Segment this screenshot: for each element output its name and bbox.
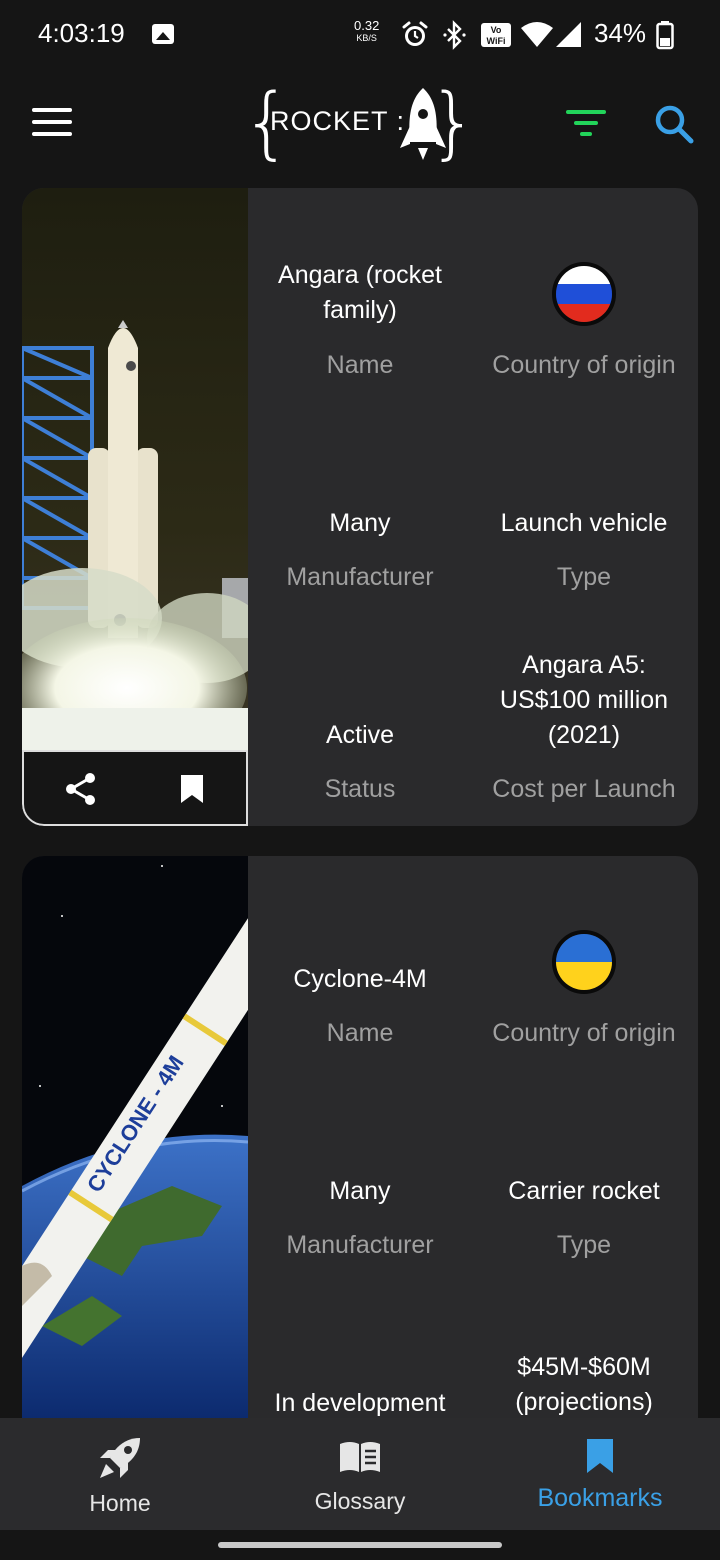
app-bar: { ROCKET : } [0, 70, 720, 180]
bookmark-icon [587, 1439, 613, 1473]
rocket-icon [100, 1438, 140, 1478]
gesture-bar [0, 1530, 720, 1560]
rocket-image-cyclone: CYCLONE - 4M [22, 856, 248, 1420]
name-label: Name [326, 1019, 394, 1047]
bluetooth-icon [443, 20, 466, 50]
cost-label: Cost per Launch [492, 775, 676, 803]
rocket-image-angara [22, 188, 248, 750]
rocket-card-cyclone[interactable]: CYCLONE - 4M Cyclone-4M Name Country of … [22, 856, 698, 1456]
cost-value: $45M-$60M (projections) [515, 1353, 653, 1416]
country-field: Country of origin [472, 348, 696, 383]
status-label: Status [324, 775, 396, 803]
name-label: Name [326, 351, 394, 379]
network-speed-value: 0.32 [354, 18, 380, 33]
nav-glossary-label: Glossary [314, 1488, 406, 1514]
manufacturer-label: Manufacturer [286, 563, 434, 591]
status-field: Active Status [248, 718, 472, 807]
status-field: In development [248, 1386, 472, 1421]
country-label: Country of origin [492, 351, 676, 379]
logo-text: ROCKET : [270, 106, 406, 136]
nav-glossary[interactable]: Glossary [240, 1418, 480, 1530]
home-gesture-pill[interactable] [218, 1542, 502, 1548]
wifi-icon [521, 22, 553, 47]
type-label: Type [556, 563, 612, 591]
menu-icon[interactable] [32, 108, 72, 138]
gallery-notification-icon [152, 24, 174, 44]
manufacturer-field: Many Manufacturer [248, 1174, 472, 1263]
cost-field: Angara A5: US$100 million (2021) Cost pe… [472, 648, 696, 807]
type-label: Type [556, 1231, 612, 1259]
cost-value: Angara A5: US$100 million (2021) [499, 651, 669, 749]
flag-russia-icon [552, 262, 616, 326]
manufacturer-value: Many [329, 509, 391, 537]
share-icon[interactable] [64, 772, 98, 806]
network-speed: 0.32 KB/S [354, 18, 380, 44]
manufacturer-value: Many [329, 1177, 391, 1205]
flag-ukraine-icon [552, 930, 616, 994]
filter-icon[interactable] [566, 110, 606, 138]
nav-bookmarks[interactable]: Bookmarks [480, 1418, 720, 1530]
search-icon[interactable] [654, 104, 694, 144]
name-field: Cyclone-4M Name [248, 962, 472, 1051]
card-actions [22, 750, 248, 826]
rocket-name: Angara (rocket family) [278, 261, 442, 324]
status-time: 4:03:19 [38, 18, 125, 48]
type-value: Carrier rocket [508, 1177, 660, 1205]
name-label-field: Name [248, 348, 472, 383]
country-field: Country of origin [472, 1016, 696, 1051]
type-field: Launch vehicle Type [472, 506, 696, 595]
nav-bookmarks-label: Bookmarks [537, 1484, 663, 1512]
app-logo: { ROCKET : } [242, 78, 478, 168]
nav-home[interactable]: Home [0, 1418, 240, 1530]
network-speed-unit: KB/S [356, 33, 377, 43]
bottom-navigation: Home Glossary Bookmarks [0, 1418, 720, 1530]
nav-home-label: Home [89, 1490, 151, 1516]
battery-percentage: 34% [594, 18, 647, 48]
signal-icon [556, 22, 581, 47]
vowifi-icon: Vo WiFi [481, 23, 511, 47]
status-value: In development [274, 1389, 446, 1417]
rocket-name: Cyclone-4M [293, 965, 427, 993]
name-field: Angara (rocket family) [248, 258, 472, 328]
book-icon [340, 1442, 380, 1472]
bookmark-icon[interactable] [180, 774, 204, 804]
type-value: Launch vehicle [500, 509, 668, 537]
svg-text:Vo: Vo [491, 25, 502, 35]
status-bar: 4:03:19 0.32 KB/S Vo WiFi 34% [0, 0, 720, 70]
alarm-icon [402, 21, 428, 46]
manufacturer-field: Many Manufacturer [248, 506, 472, 595]
battery-icon [656, 21, 674, 50]
country-label: Country of origin [492, 1019, 676, 1047]
cost-field: $45M-$60M (projections) [472, 1350, 696, 1420]
svg-text:WiFi: WiFi [487, 36, 506, 46]
rocket-card-angara[interactable]: Angara (rocket family) Name Country of o… [22, 188, 698, 826]
status-value: Active [325, 721, 395, 749]
type-field: Carrier rocket Type [472, 1174, 696, 1263]
manufacturer-label: Manufacturer [286, 1231, 434, 1259]
